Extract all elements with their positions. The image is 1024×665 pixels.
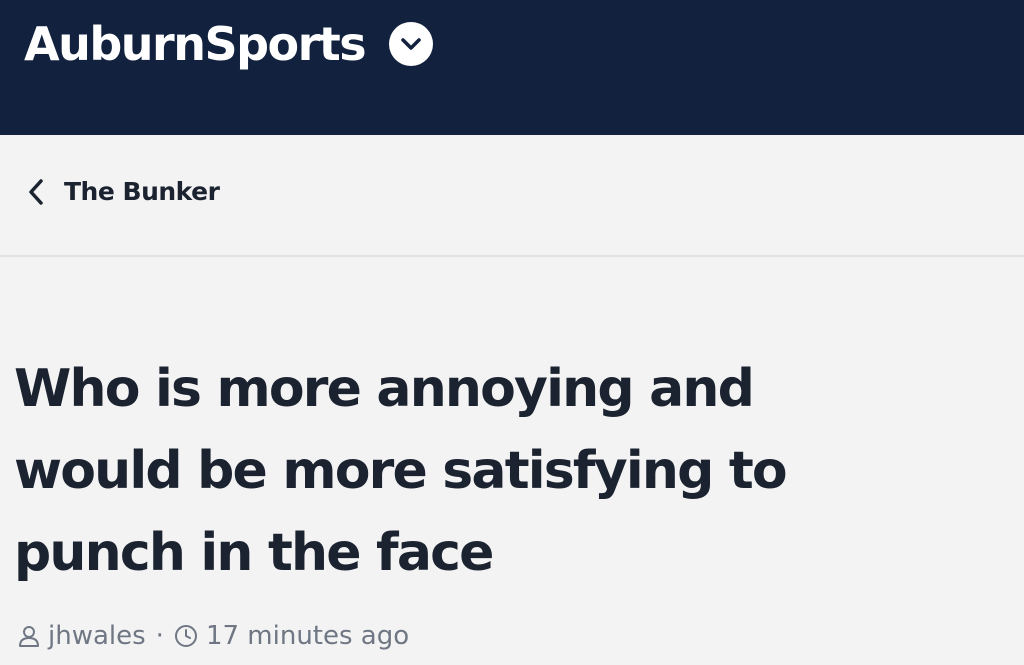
thread-title-line: punch in the face xyxy=(14,523,494,583)
thread-meta: jhwales · 17 minutes ago xyxy=(18,616,409,656)
site-menu-button[interactable] xyxy=(389,22,434,66)
user-icon xyxy=(18,624,40,648)
chevron-down-icon xyxy=(401,38,421,50)
meta-separator: · xyxy=(155,621,164,651)
site-logo-text[interactable]: AuburnSports xyxy=(24,21,367,67)
page: AuburnSports The Bunker Who is more anno… xyxy=(0,0,1024,665)
site-header: AuburnSports xyxy=(0,0,1024,135)
forum-name: The Bunker xyxy=(64,177,220,206)
back-to-forum-link[interactable]: The Bunker xyxy=(28,177,220,206)
breadcrumb: The Bunker xyxy=(0,135,1024,257)
brand: AuburnSports xyxy=(24,12,434,76)
post-timestamp: 17 minutes ago xyxy=(205,621,410,651)
chevron-left-icon xyxy=(29,178,43,205)
clock-icon xyxy=(174,624,198,648)
thread-title-line: Who is more annoying and xyxy=(14,359,755,419)
thread-title: Who is more annoying and would be more s… xyxy=(14,348,1004,594)
author-link[interactable]: jhwales xyxy=(48,616,146,656)
thread-title-line: would be more satisfying to xyxy=(14,441,788,501)
